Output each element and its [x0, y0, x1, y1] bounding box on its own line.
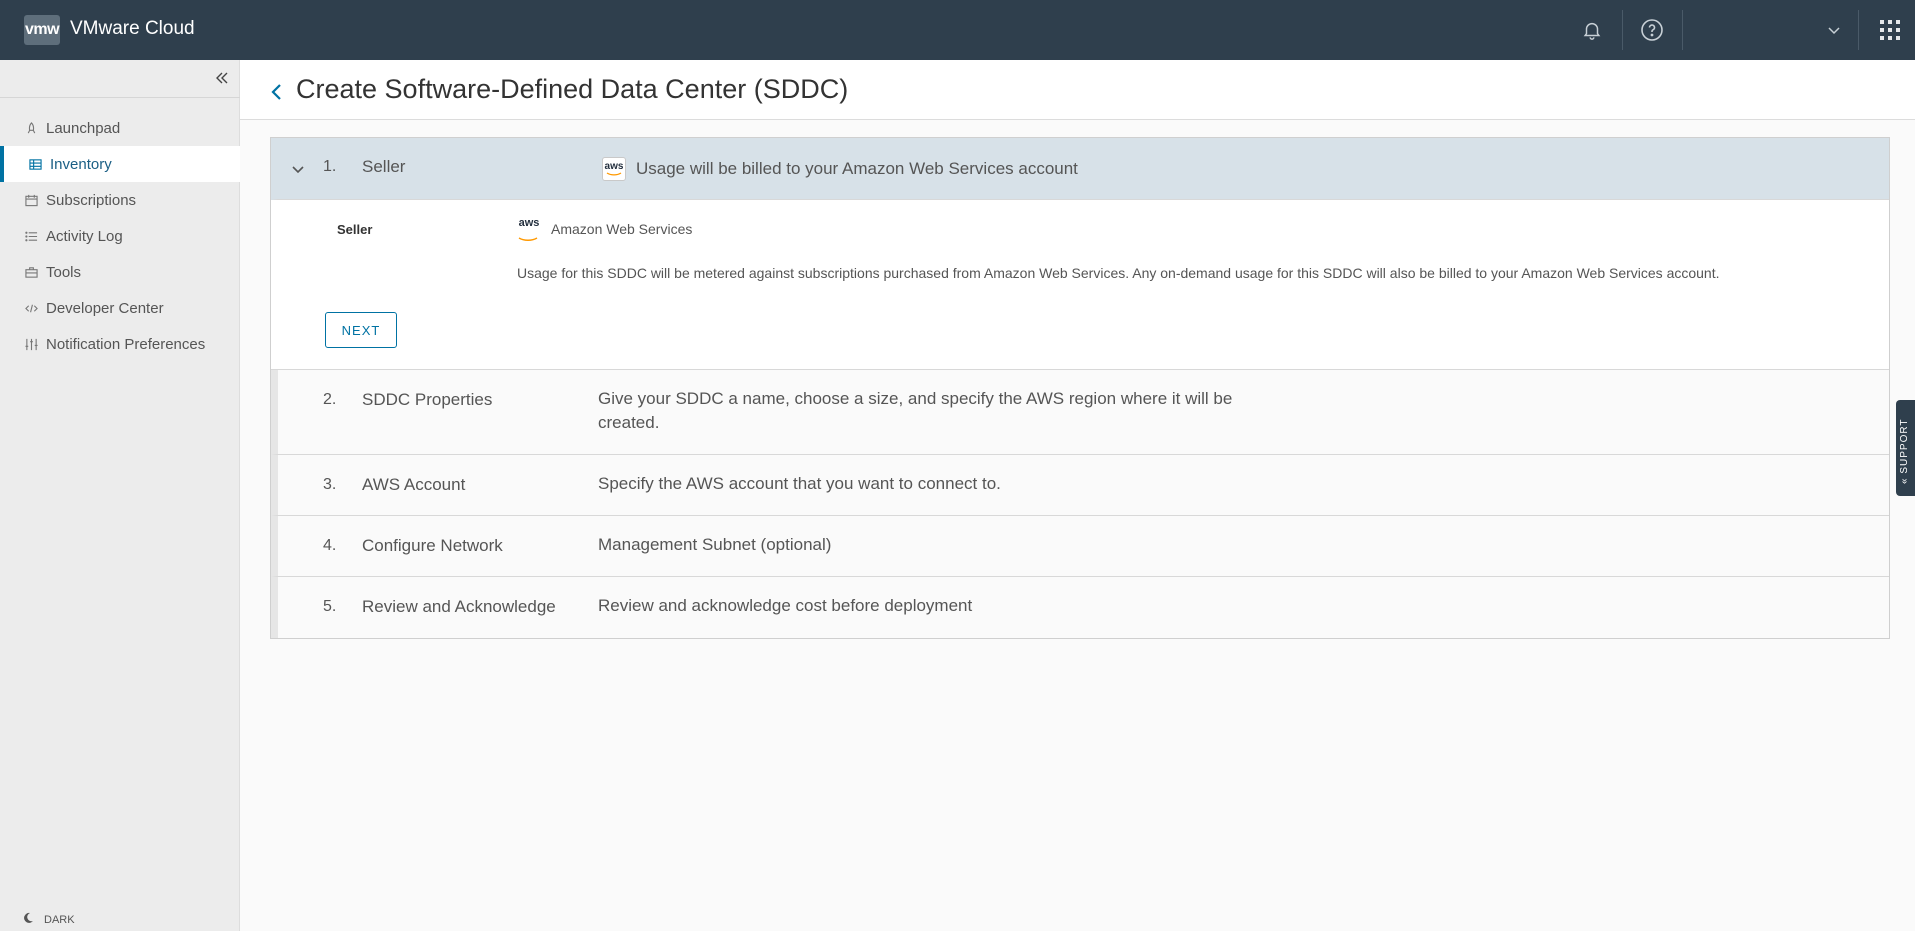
rocket-icon [24, 121, 38, 135]
step-name: Seller [362, 157, 406, 176]
step-name: Configure Network [362, 536, 503, 555]
help-icon[interactable] [1636, 14, 1668, 46]
step-name: Review and Acknowledge [362, 597, 556, 616]
next-button[interactable]: NEXT [325, 312, 397, 348]
bell-icon[interactable] [1576, 14, 1608, 46]
chevrons-left-icon: « [1899, 477, 1910, 484]
step-description: Give your SDDC a name, choose a size, an… [598, 387, 1232, 435]
collapse-sidebar-icon[interactable] [212, 68, 232, 88]
sidebar-item-label: Inventory [50, 155, 112, 173]
sidebar-item-label: Tools [46, 263, 82, 281]
step-number: 1. [323, 158, 337, 175]
app-title[interactable]: VMware Cloud [70, 18, 195, 40]
wizard-step-seller[interactable]: 1. Seller aws Usage will be billed to yo… [271, 138, 1889, 200]
support-tab[interactable]: « SUPPORT [1896, 400, 1915, 496]
sidebar-item-label: Notification Preferences [46, 335, 206, 353]
sidebar-item-label: Activity Log [46, 227, 123, 245]
step-description: Specify the AWS account that you want to… [598, 474, 1001, 493]
step-number: 5. [323, 598, 337, 615]
sliders-icon [24, 337, 38, 351]
sidebar-item-inventory[interactable]: Inventory [0, 146, 240, 182]
step-description-line: Give your SDDC a name, choose a size, an… [598, 389, 1233, 408]
sidebar-item-tools[interactable]: Tools [0, 254, 240, 290]
step-number: 2. [323, 391, 337, 408]
wizard-step-configure-network[interactable]: 4. Configure Network Management Subnet (… [271, 516, 1889, 577]
step-description: Management Subnet (optional) [598, 535, 832, 554]
sidebar: Launchpad Inventory Subscriptions Activi… [0, 60, 240, 931]
step-number: 3. [323, 476, 337, 493]
chevron-down-icon [290, 161, 306, 177]
back-chevron-left-icon[interactable] [266, 80, 286, 104]
sidebar-item-notification-preferences[interactable]: Notification Preferences [0, 326, 240, 362]
code-icon [24, 301, 38, 315]
dark-mode-label: DARK [44, 913, 75, 926]
sidebar-item-subscriptions[interactable]: Subscriptions [0, 182, 240, 218]
step-name: AWS Account [362, 475, 466, 494]
toolbox-icon [24, 265, 38, 279]
step-number: 4. [323, 537, 337, 554]
seller-value: Amazon Web Services [551, 221, 693, 237]
page-header: Create Software-Defined Data Center (SDD… [240, 60, 1915, 120]
sidebar-item-label: Subscriptions [46, 191, 137, 209]
step-name: SDDC Properties [362, 390, 493, 409]
seller-label: Seller [337, 222, 373, 237]
step-description-line: created. [598, 413, 660, 432]
sidebar-item-developer-center[interactable]: Developer Center [0, 290, 240, 326]
logo-text: vmw [24, 21, 60, 38]
support-label: « SUPPORT [1899, 418, 1910, 484]
wizard-step-review-acknowledge[interactable]: 5. Review and Acknowledge Review and ack… [271, 577, 1889, 638]
grid-icon [28, 157, 42, 171]
vmw-logo[interactable]: vmw [24, 15, 60, 45]
header-divider [1622, 10, 1623, 50]
wizard-step-sddc-properties[interactable]: 2. SDDC Properties Give your SDDC a name… [271, 370, 1889, 455]
aws-logo-text: aws [604, 161, 624, 172]
sidebar-item-label: Developer Center [46, 299, 164, 317]
list-icon [24, 229, 38, 243]
aws-logo-icon: aws [517, 217, 541, 241]
app-switcher-grid-icon[interactable] [1874, 14, 1906, 46]
dark-mode-toggle[interactable]: DARK [22, 912, 75, 927]
calendar-icon [24, 193, 38, 207]
sidebar-item-launchpad[interactable]: Launchpad [0, 110, 240, 146]
user-menu-chevron-down-icon[interactable] [1818, 14, 1850, 46]
page-title: Create Software-Defined Data Center (SDD… [296, 74, 849, 104]
sddc-wizard: 1. Seller aws Usage will be billed to yo… [270, 137, 1890, 639]
header-divider [1682, 10, 1683, 50]
top-header: vmw VMware Cloud [0, 0, 1915, 60]
step-description: Review and acknowledge cost before deplo… [598, 596, 973, 615]
sidebar-divider [0, 97, 240, 98]
header-divider [1858, 10, 1859, 50]
moon-icon [22, 912, 34, 927]
seller-step-content: Seller aws Amazon Web Services Usage for… [271, 200, 1889, 370]
aws-logo-text: aws [518, 217, 540, 229]
step-description: Usage will be billed to your Amazon Web … [636, 159, 1078, 178]
seller-billing-note: Usage for this SDDC will be metered agai… [517, 265, 1720, 281]
support-text: SUPPORT [1899, 418, 1910, 474]
aws-logo-icon: aws [602, 157, 626, 181]
sidebar-item-activity-log[interactable]: Activity Log [0, 218, 240, 254]
sidebar-item-label: Launchpad [46, 119, 121, 137]
wizard-step-aws-account[interactable]: 3. AWS Account Specify the AWS account t… [271, 455, 1889, 516]
